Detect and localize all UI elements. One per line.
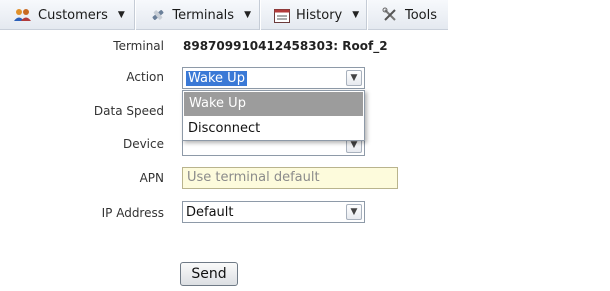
- ip-address-selected-value: Default: [186, 204, 234, 220]
- users-icon: [14, 7, 32, 23]
- ip-address-select[interactable]: Default ▼: [182, 201, 365, 223]
- action-option-disconnect[interactable]: Disconnect: [183, 117, 364, 141]
- apn-placeholder: Use terminal default: [187, 170, 320, 185]
- satellite-icon: [149, 7, 166, 23]
- chevron-down-icon[interactable]: ▼: [346, 70, 362, 86]
- terminal-label: Terminal: [113, 39, 164, 53]
- menu-history-label: History: [296, 7, 343, 23]
- action-dropdown-list: Wake Up Disconnect: [182, 90, 365, 141]
- action-option-wake-up[interactable]: Wake Up: [184, 92, 363, 116]
- chevron-down-icon: ▼: [117, 10, 125, 20]
- menu-customers-label: Customers: [38, 7, 108, 23]
- menu-tools-label: Tools: [405, 7, 438, 23]
- tools-icon: [381, 7, 399, 23]
- action-select[interactable]: Wake Up ▼: [182, 67, 365, 89]
- send-button[interactable]: Send: [180, 262, 238, 286]
- ip-address-label: IP Address: [101, 206, 164, 220]
- device-label: Device: [122, 137, 164, 151]
- menu-tools[interactable]: Tools: [367, 0, 447, 30]
- data-speed-label: Data Speed: [93, 104, 164, 118]
- terminal-value: 898709910412458303: Roof_2: [183, 39, 388, 53]
- menu-terminals[interactable]: Terminals ▼: [135, 0, 259, 30]
- menu-terminals-label: Terminals: [172, 7, 235, 23]
- apn-input[interactable]: Use terminal default: [182, 167, 398, 189]
- chevron-down-icon: ▼: [352, 10, 360, 20]
- menu-customers[interactable]: Customers ▼: [0, 0, 134, 30]
- action-label: Action: [126, 70, 164, 84]
- chevron-down-icon: ▼: [244, 10, 251, 20]
- apn-label: APN: [139, 171, 164, 185]
- menu-history[interactable]: History ▼: [260, 0, 366, 30]
- chevron-down-icon[interactable]: ▼: [346, 204, 362, 220]
- action-selected-value: Wake Up: [186, 70, 247, 86]
- calendar-icon: [274, 7, 290, 23]
- menubar: Customers ▼ Terminals ▼ History ▼ Tools: [0, 0, 448, 30]
